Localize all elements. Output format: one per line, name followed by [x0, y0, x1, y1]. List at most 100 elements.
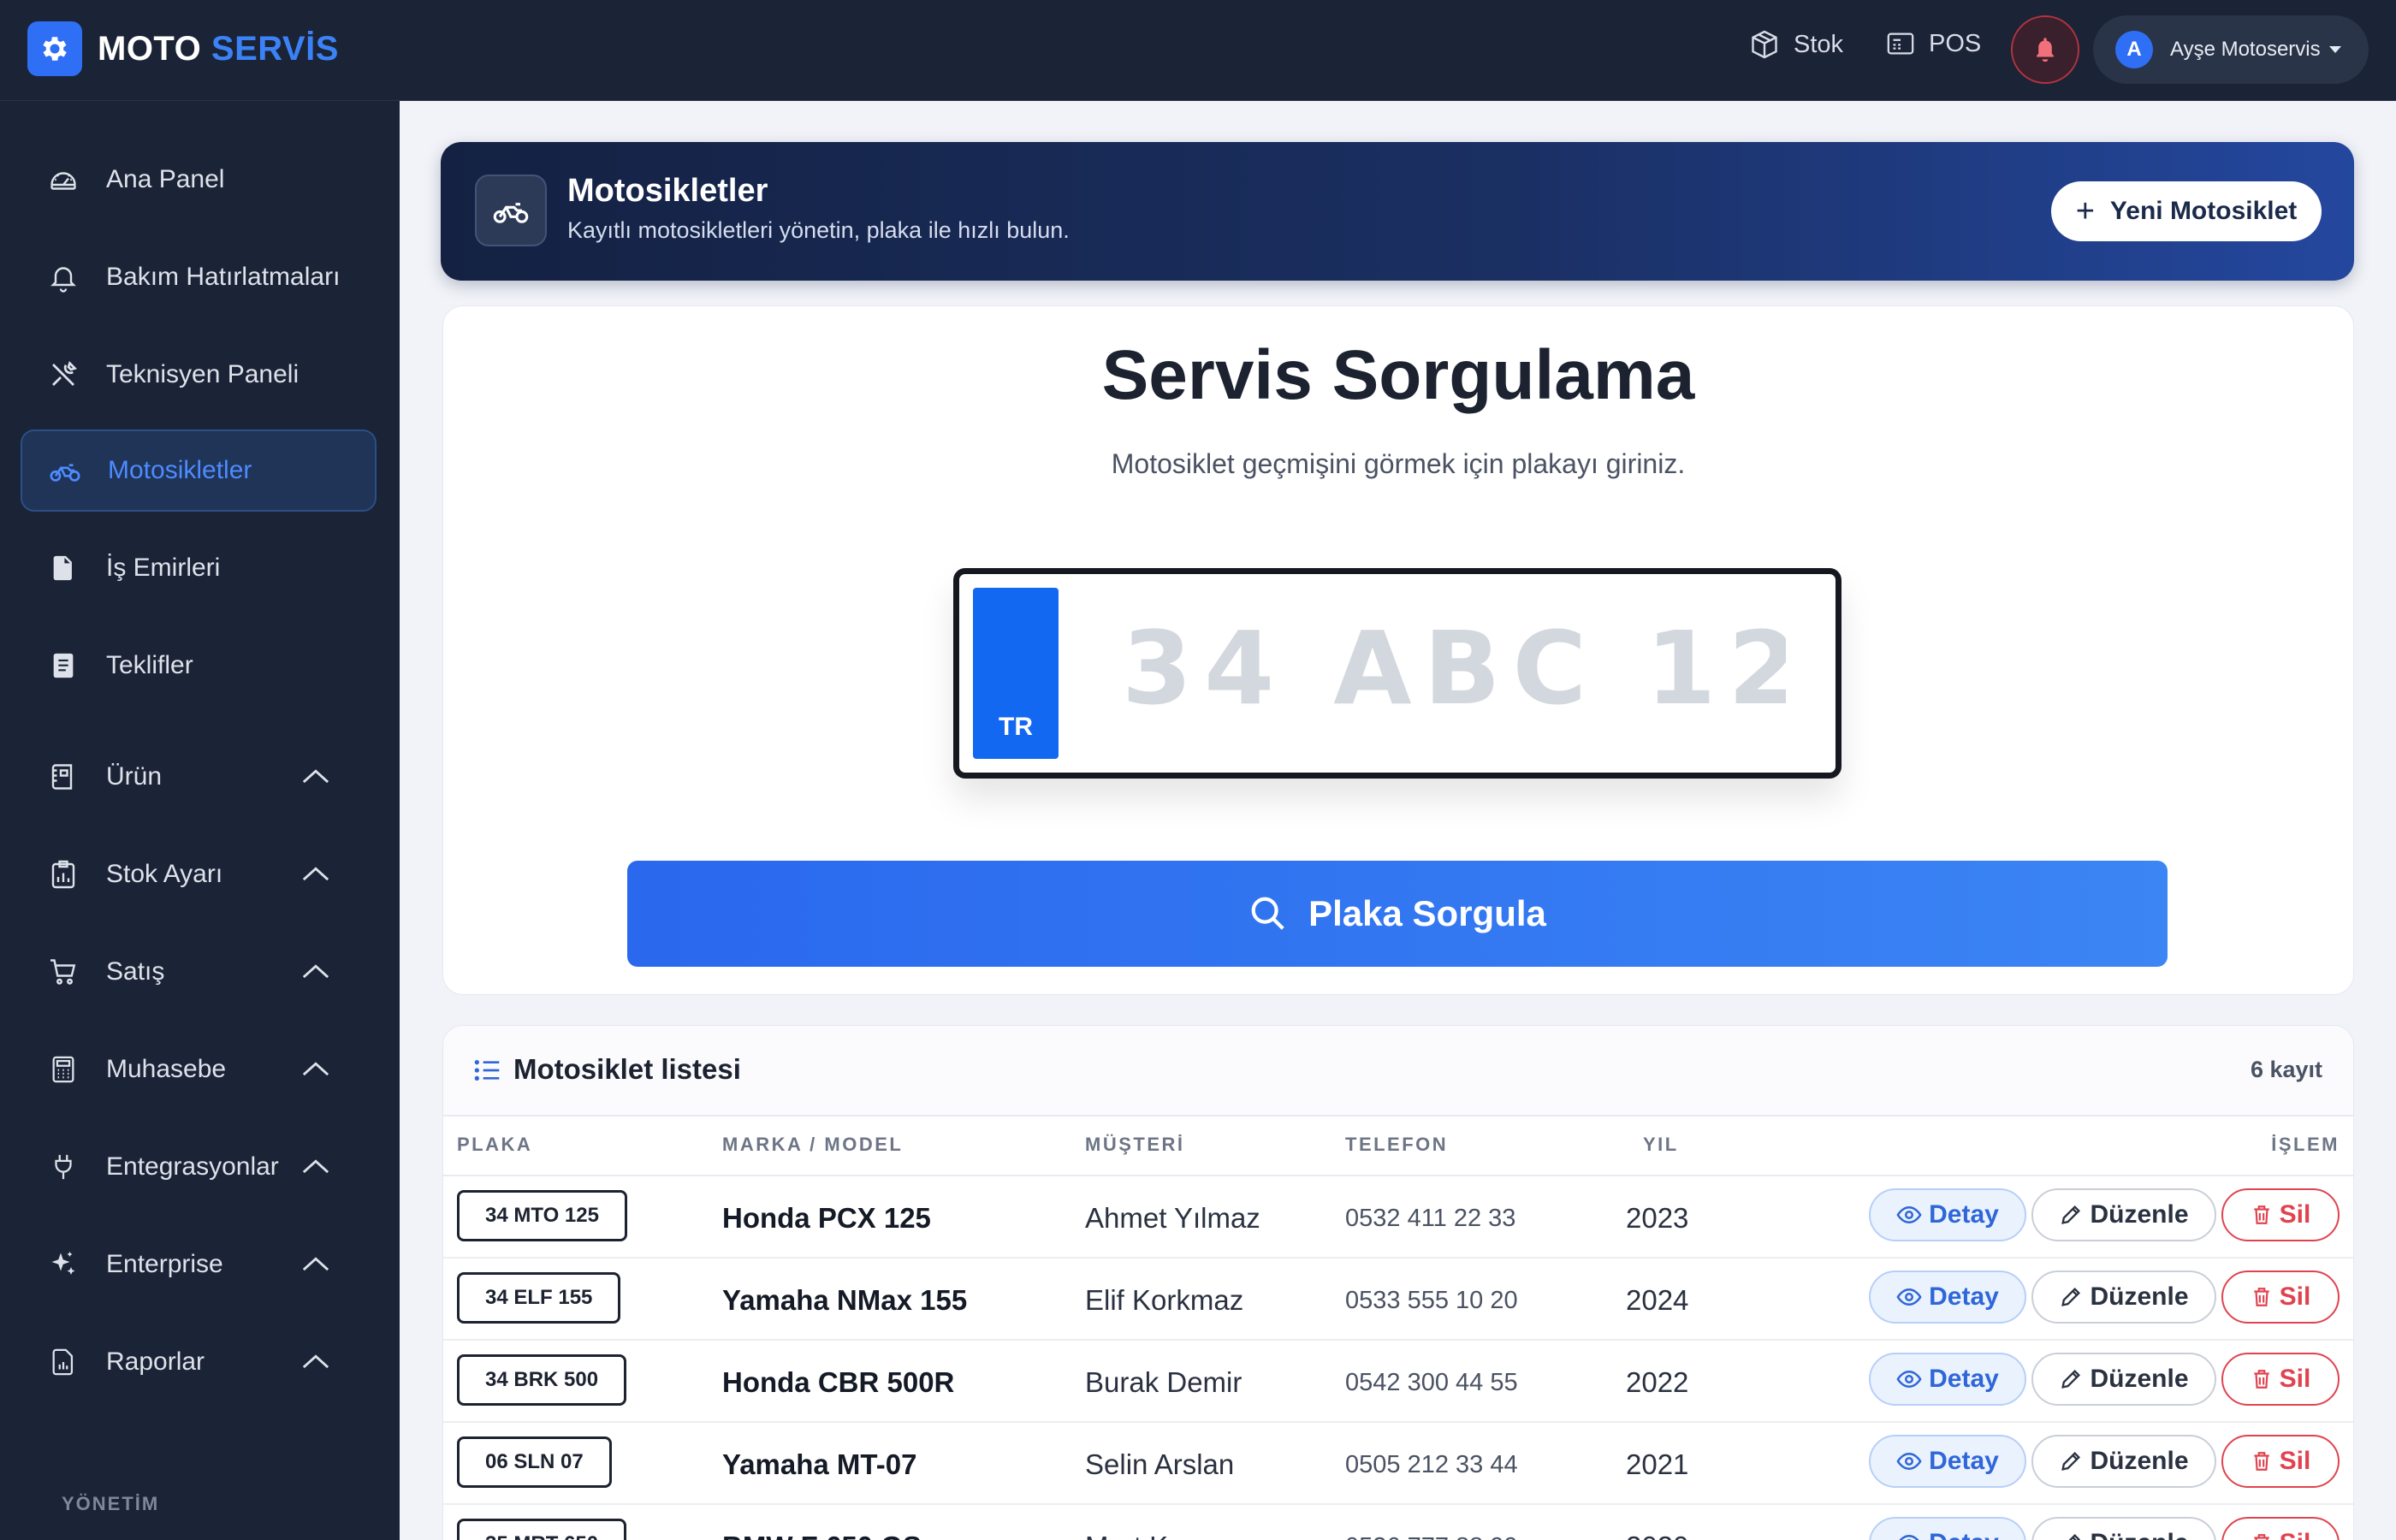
- eye-icon: [1896, 1452, 1922, 1471]
- customer-cell: Elif Korkmaz: [1085, 1284, 1244, 1316]
- column-header[interactable]: MÜŞTERİ: [1085, 1134, 1185, 1156]
- gauge-icon: [46, 163, 80, 197]
- list-icon: [474, 1059, 500, 1081]
- chevron-up-icon[interactable]: [301, 864, 330, 883]
- avatar: A: [2115, 31, 2153, 68]
- trash-icon: [2253, 1534, 2269, 1540]
- customer-cell: Mert Koç: [1085, 1531, 1198, 1540]
- sidebar-item-raporlar[interactable]: Raporlar: [21, 1321, 377, 1403]
- chevron-up-icon[interactable]: [301, 962, 330, 980]
- chevron-up-icon[interactable]: [301, 1157, 330, 1176]
- delete-button[interactable]: Sil: [2221, 1435, 2340, 1488]
- detail-button[interactable]: Detay: [1869, 1435, 2026, 1488]
- motorcycle-icon: [475, 175, 547, 246]
- sidebar-item-label: İş Emirleri: [106, 554, 221, 582]
- brand[interactable]: MOTO SERVİS: [27, 21, 339, 76]
- detail-button[interactable]: Detay: [1869, 1517, 2026, 1540]
- edit-label: Düzenle: [2090, 1529, 2188, 1540]
- edit-button[interactable]: Düzenle: [2031, 1188, 2216, 1241]
- column-header[interactable]: PLAKA: [457, 1134, 532, 1156]
- sidebar-item-label: Muhasebe: [106, 1055, 227, 1083]
- sidebar-item-urun[interactable]: Ürün: [21, 736, 377, 818]
- sidebar-item-label: Stok Ayarı: [106, 860, 223, 888]
- phone-cell: 0505 212 33 44: [1345, 1451, 1518, 1478]
- phone-cell: 0533 555 10 20: [1345, 1287, 1518, 1314]
- table-row[interactable]: 06 SLN 07 Yamaha MT-07 Selin Arslan 0505…: [443, 1423, 2353, 1505]
- table-row[interactable]: 34 BRK 500 Honda CBR 500R Burak Demir 05…: [443, 1341, 2353, 1423]
- pos-terminal-icon: [1887, 33, 1914, 55]
- tools-icon: [46, 358, 80, 392]
- table-row[interactable]: 35 MRT 650 BMW F 650 GS Mert Koç 0536 77…: [443, 1505, 2353, 1540]
- delete-button[interactable]: Sil: [2221, 1270, 2340, 1324]
- sidebar-item-teklifler[interactable]: Teklifler: [21, 625, 377, 707]
- sidebar-item-label: Entegrasyonlar: [106, 1152, 279, 1181]
- column-header[interactable]: YIL: [1643, 1134, 1679, 1156]
- plate-badge: 34 MTO 125: [457, 1190, 627, 1241]
- delete-button[interactable]: Sil: [2221, 1517, 2340, 1540]
- edit-button[interactable]: Düzenle: [2031, 1435, 2216, 1488]
- chevron-up-icon[interactable]: [301, 767, 330, 785]
- column-header[interactable]: MARKA / MODEL: [722, 1134, 903, 1156]
- detail-button[interactable]: Detay: [1869, 1353, 2026, 1406]
- chevron-up-icon[interactable]: [301, 1254, 330, 1273]
- plate-badge: 35 MRT 650: [457, 1519, 627, 1540]
- sidebar-item-motosikletler[interactable]: Motosikletler: [21, 429, 377, 512]
- edit-button[interactable]: Düzenle: [2031, 1270, 2216, 1324]
- user-name: Ayşe Motoservis: [2170, 38, 2321, 61]
- pos-label: POS: [1929, 29, 1982, 57]
- table-row[interactable]: 34 ELF 155 Yamaha NMax 155 Elif Korkmaz …: [443, 1259, 2353, 1341]
- sidebar-item-bakim[interactable]: Bakım Hatırlatmaları: [21, 236, 377, 318]
- delete-button[interactable]: Sil: [2221, 1353, 2340, 1406]
- sidebar-item-entegrasyonlar[interactable]: Entegrasyonlar: [21, 1126, 377, 1208]
- sidebar-item-label: Motosikletler: [108, 456, 252, 484]
- plate-query-button[interactable]: Plaka Sorgula: [627, 861, 2168, 967]
- detail-label: Detay: [1929, 1200, 1999, 1229]
- sidebar-item-stok-ayari[interactable]: Stok Ayarı: [21, 833, 377, 915]
- delete-button[interactable]: Sil: [2221, 1188, 2340, 1241]
- sidebar-item-is-emirleri[interactable]: İş Emirleri: [21, 527, 377, 609]
- stock-link[interactable]: Stok: [1749, 29, 1843, 60]
- trash-icon: [2253, 1205, 2269, 1224]
- detail-label: Detay: [1929, 1282, 1999, 1311]
- sidebar-item-enterprise[interactable]: Enterprise: [21, 1223, 377, 1306]
- sidebar-item-label: Bakım Hatırlatmaları: [106, 263, 341, 291]
- delete-label: Sil: [2279, 1365, 2311, 1393]
- trash-icon: [2253, 1370, 2269, 1389]
- plus-icon: +: [2075, 193, 2095, 229]
- model-cell: Yamaha NMax 155: [722, 1284, 968, 1316]
- model-cell: Honda PCX 125: [722, 1202, 931, 1234]
- eye-icon: [1896, 1205, 1922, 1224]
- sidebar-item-label: Raporlar: [106, 1348, 205, 1376]
- notifications-button[interactable]: [2011, 15, 2079, 84]
- pos-link[interactable]: POS: [1886, 29, 1981, 58]
- sidebar-item-teknisyen[interactable]: Teknisyen Paneli: [21, 334, 377, 416]
- page-subtitle: Kayıtlı motosikletleri yönetin, plaka il…: [567, 217, 1070, 243]
- calculator-icon: [46, 1052, 80, 1087]
- new-motorcycle-label: Yeni Motosiklet: [2109, 197, 2298, 225]
- model-cell: Yamaha MT-07: [722, 1448, 917, 1480]
- plate-input[interactable]: [1122, 608, 1786, 728]
- delete-label: Sil: [2279, 1447, 2311, 1475]
- customer-cell: Burak Demir: [1085, 1366, 1242, 1398]
- edit-button[interactable]: Düzenle: [2031, 1517, 2216, 1540]
- pencil-icon: [2069, 1534, 2081, 1540]
- trash-icon: [2253, 1452, 2269, 1471]
- country-code-badge: TR: [973, 588, 1059, 759]
- chevron-up-icon[interactable]: [301, 1059, 330, 1078]
- sidebar-item-ana-panel[interactable]: Ana Panel: [21, 139, 377, 221]
- new-motorcycle-button[interactable]: + Yeni Motosiklet: [2051, 181, 2322, 241]
- search-icon: [1251, 897, 1284, 930]
- search-title: Servis Sorgulama: [1101, 336, 1695, 414]
- column-header[interactable]: TELEFON: [1345, 1134, 1448, 1156]
- detail-button[interactable]: Detay: [1869, 1270, 2026, 1324]
- trash-icon: [2253, 1288, 2269, 1306]
- edit-button[interactable]: Düzenle: [2031, 1353, 2216, 1406]
- detail-button[interactable]: Detay: [1869, 1188, 2026, 1241]
- sidebar-item-muhasebe[interactable]: Muhasebe: [21, 1028, 377, 1111]
- sidebar-item-label: Ürün: [106, 762, 163, 791]
- chevron-up-icon[interactable]: [301, 1352, 330, 1371]
- user-menu[interactable]: A Ayşe Motoservis: [2093, 15, 2369, 84]
- sidebar-item-label: Satış: [106, 957, 165, 986]
- sidebar-item-satis[interactable]: Satış: [21, 931, 377, 1013]
- table-row[interactable]: 34 MTO 125 Honda PCX 125 Ahmet Yılmaz 05…: [443, 1176, 2353, 1259]
